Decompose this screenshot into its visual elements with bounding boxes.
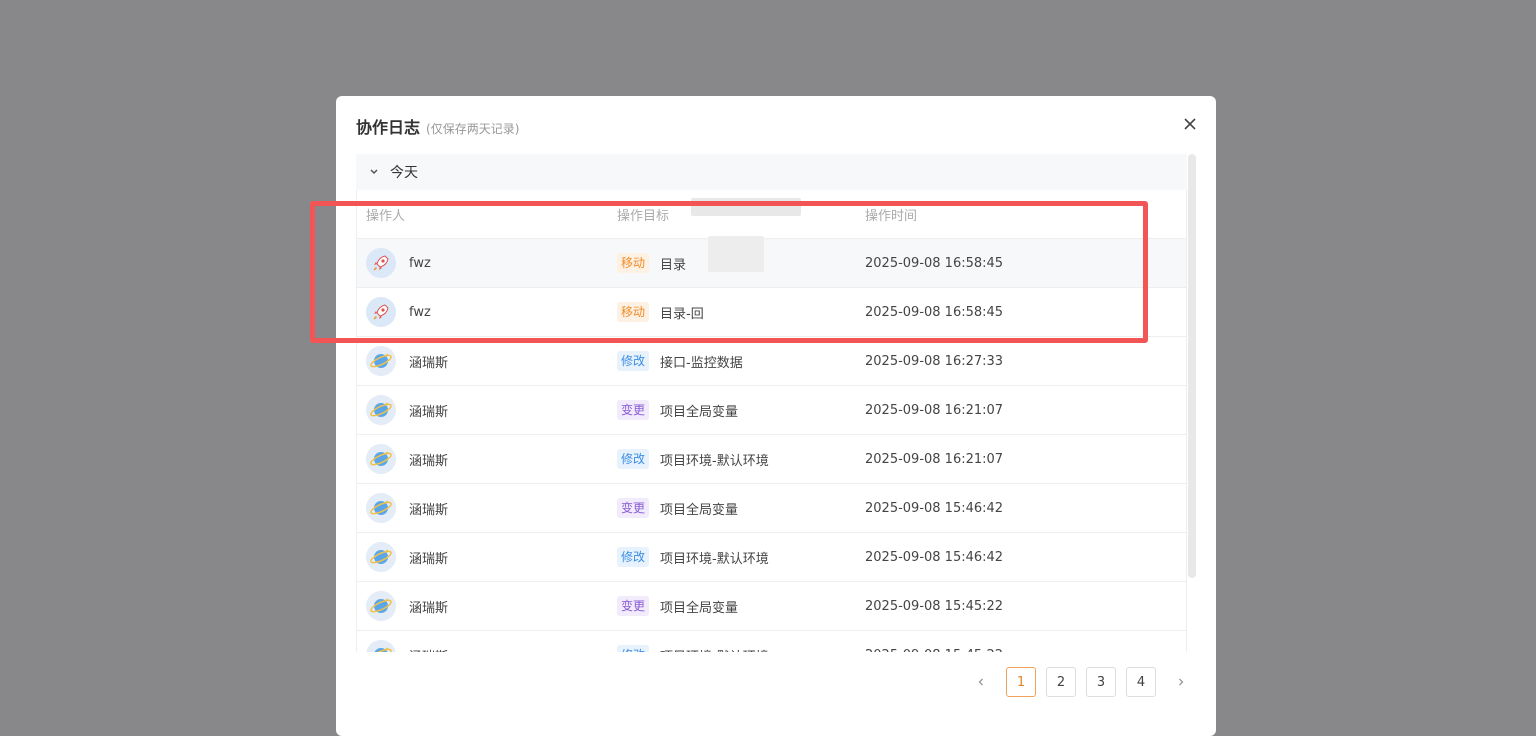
target-name: 项目全局变量 — [660, 600, 739, 616]
operator-name: 涵瑞斯 — [409, 551, 449, 567]
log-table: 操作人 操作目标 操作时间 fwz 移动 目录 2025-09-08 16:58:45… — [356, 190, 1187, 652]
time-cell: 2025-09-08 16:27:33 — [865, 353, 1004, 369]
target-name: 项目全局变量 — [660, 502, 739, 518]
time-cell: 2025-09-08 15:45:22 — [865, 648, 1186, 653]
rocket-icon — [366, 248, 396, 278]
planet-icon — [366, 542, 396, 572]
planet-icon — [366, 640, 396, 652]
operator-name: 涵瑞斯 — [409, 600, 449, 616]
table-row[interactable]: 涵瑞斯 修改 项目环境-默认环境 2025-09-08 15:46:42 — [357, 533, 1186, 582]
operator-name: fwz — [409, 255, 431, 271]
action-badge: 修改 — [617, 351, 650, 371]
rocket-icon — [366, 297, 396, 327]
operator-cell: 涵瑞斯 — [357, 591, 617, 621]
target-cell: 变更 项目全局变量 — [617, 498, 865, 518]
target-cell: 修改 项目环境-默认环境 — [617, 645, 865, 652]
operator-name: 涵瑞斯 — [409, 453, 449, 469]
collaboration-log-modal: 协作日志 (仅保存两天记录) 今天 操作人 操作目标 操作时间 fwz 移动 目录 2… — [336, 96, 1216, 736]
table-row[interactable]: 涵瑞斯 修改 项目环境-默认环境 2025-09-08 15:45:22 — [357, 631, 1186, 652]
chevron-right-icon — [1179, 678, 1184, 686]
table-row[interactable]: fwz 移动 目录 2025-09-08 16:58:45 — [357, 239, 1186, 288]
operator-cell: 涵瑞斯 — [357, 346, 617, 376]
target-name: 接口-监控数据 — [660, 355, 743, 371]
page-button-2[interactable]: 2 — [1046, 667, 1076, 697]
close-button[interactable] — [1180, 114, 1200, 134]
chevron-down-icon — [370, 169, 378, 175]
prev-page-button[interactable] — [966, 667, 996, 697]
target-cell: 移动 目录-回 — [617, 302, 865, 322]
table-row[interactable]: 涵瑞斯 变更 项目全局变量 2025-09-08 16:21:07 — [357, 386, 1186, 435]
operator-cell: 涵瑞斯 — [357, 395, 617, 425]
pagination: 1 2 3 4 — [966, 666, 1206, 698]
col-time-header: 操作时间 — [865, 208, 918, 224]
time-cell: 2025-09-08 16:58:45 — [865, 304, 1004, 320]
operator-name: 涵瑞斯 — [409, 404, 449, 420]
operator-cell: fwz — [357, 248, 617, 278]
close-icon[interactable] — [1180, 114, 1200, 134]
action-badge: 变更 — [617, 498, 650, 518]
chevron-left-icon — [978, 678, 983, 686]
planet-icon — [366, 493, 396, 523]
time-cell: 2025-09-08 16:21:07 — [865, 451, 1004, 467]
modal-header: 协作日志 (仅保存两天记录) — [356, 114, 519, 138]
action-badge: 移动 — [617, 302, 650, 322]
operator-name: 涵瑞斯 — [409, 502, 449, 518]
target-name: 项目环境-默认环境 — [660, 646, 769, 653]
operator-name: 涵瑞斯 — [409, 646, 448, 653]
redaction-blur — [691, 198, 801, 216]
page-button-3[interactable]: 3 — [1086, 667, 1116, 697]
planet-icon — [366, 346, 396, 376]
table-body: fwz 移动 目录 2025-09-08 16:58:45 fwz 移动 目录-回 2025-… — [357, 239, 1186, 652]
operator-cell: fwz — [357, 297, 617, 327]
target-name: 目录 — [660, 257, 687, 273]
time-cell: 2025-09-08 15:46:42 — [865, 500, 1004, 516]
table-row[interactable]: fwz 移动 目录-回 2025-09-08 16:58:45 — [357, 288, 1186, 337]
target-cell: 变更 项目全局变量 — [617, 596, 865, 616]
target-cell: 修改项目环境-默认环境 — [617, 449, 865, 469]
target-cell: 变更 项目全局变量 — [617, 400, 865, 420]
action-badge: 修改 — [617, 645, 650, 652]
time-cell: 2025-09-08 16:21:07 — [865, 402, 1004, 418]
operator-cell: 涵瑞斯 — [357, 493, 617, 523]
operator-cell: 涵瑞斯 — [357, 542, 617, 572]
page-button-1[interactable]: 1 — [1006, 667, 1036, 697]
operator-name: fwz — [409, 304, 431, 320]
operator-cell: 涵瑞斯 — [357, 640, 617, 652]
target-name: 目录-回 — [660, 306, 704, 322]
operator-name: 涵瑞斯 — [409, 355, 449, 371]
target-cell: 修改项目环境-默认环境 — [617, 547, 865, 567]
table-row[interactable]: 涵瑞斯 变更 项目全局变量 2025-09-08 15:46:42 — [357, 484, 1186, 533]
table-row[interactable]: 涵瑞斯 修改 接口-监控数据 2025-09-08 16:27:33 — [357, 337, 1186, 386]
time-cell: 2025-09-08 15:46:42 — [865, 549, 1004, 565]
table-row[interactable]: 涵瑞斯 修改 项目环境-默认环境 2025-09-08 16:21:07 — [357, 435, 1186, 484]
group-label: 今天 — [390, 165, 418, 181]
modal-subtitle: (仅保存两天记录) — [426, 122, 520, 136]
action-badge: 变更 — [617, 596, 650, 616]
time-cell: 2025-09-08 16:58:45 — [865, 255, 1004, 271]
target-cell: 修改 接口-监控数据 — [617, 351, 865, 371]
group-header-today[interactable]: 今天 — [356, 154, 1187, 190]
action-badge: 变更 — [617, 400, 650, 420]
planet-icon — [366, 395, 396, 425]
action-badge: 移动 — [617, 253, 650, 273]
action-badge: 修改 — [617, 547, 650, 567]
table-row[interactable]: 涵瑞斯 变更 项目全局变量 2025-09-08 15:45:22 — [357, 582, 1186, 631]
col-operator-header: 操作人 — [366, 208, 406, 224]
log-scroll-area[interactable]: 今天 操作人 操作目标 操作时间 fwz 移动 目录 2025-09-08 16:58… — [356, 154, 1187, 652]
planet-icon — [366, 444, 396, 474]
target-name: 项目全局变量 — [660, 404, 739, 420]
next-page-button[interactable] — [1166, 667, 1196, 697]
target-name: 项目环境-默认环境 — [660, 551, 769, 567]
modal-title: 协作日志 — [356, 118, 421, 137]
target-name: 项目环境-默认环境 — [660, 453, 769, 469]
action-badge: 修改 — [617, 449, 650, 469]
page-button-4[interactable]: 4 — [1126, 667, 1156, 697]
redaction-blur — [708, 236, 764, 272]
operator-cell: 涵瑞斯 — [357, 444, 617, 474]
planet-icon — [366, 591, 396, 621]
scrollbar[interactable] — [1188, 154, 1196, 578]
time-cell: 2025-09-08 15:45:22 — [865, 598, 1004, 614]
